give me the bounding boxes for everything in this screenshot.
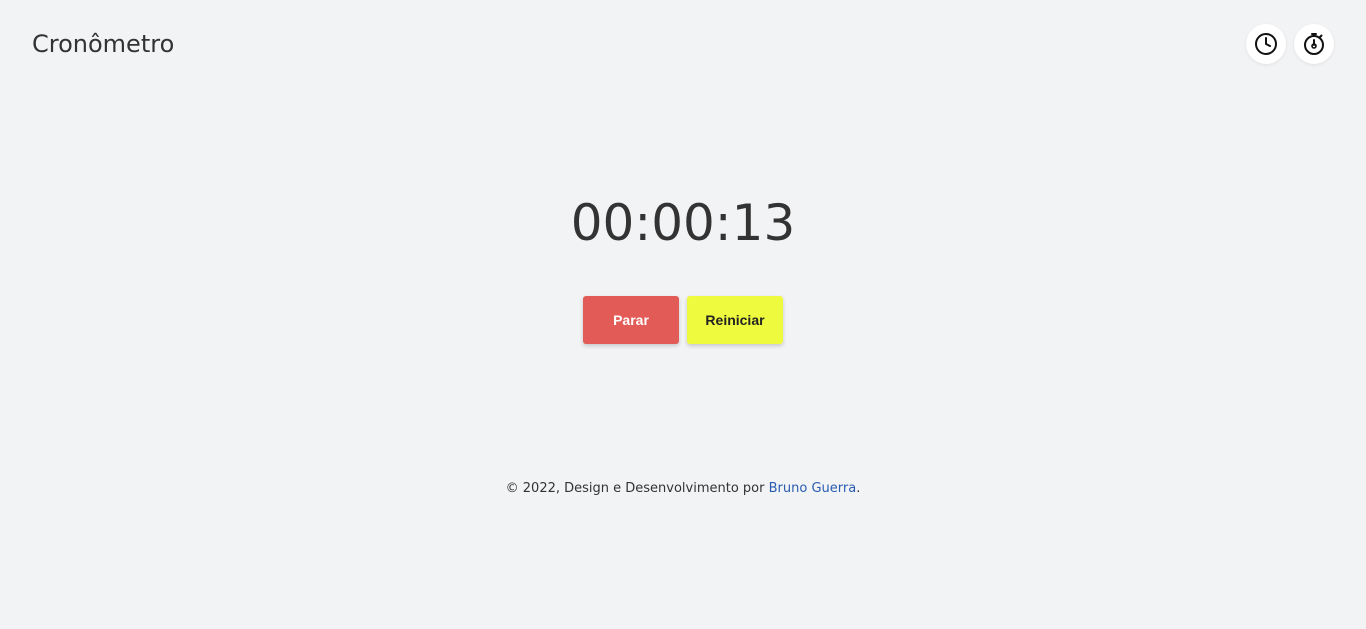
footer: © 2022, Design e Desenvolvimento por Bru…: [0, 479, 1366, 499]
page-title: Cronômetro: [32, 30, 175, 58]
clock-icon: [1254, 32, 1278, 56]
footer-suffix: .: [856, 481, 861, 496]
stopwatch-icon: [1302, 32, 1326, 56]
reset-button[interactable]: Reiniciar: [687, 296, 783, 344]
header: Cronômetro: [0, 0, 1366, 90]
footer-text: © 2022, Design e Desenvolvimento por: [505, 481, 769, 496]
stopwatch-button[interactable]: [1294, 24, 1334, 64]
author-link[interactable]: Bruno Guerra: [769, 481, 857, 496]
stop-button[interactable]: Parar: [583, 296, 679, 344]
timer-display: 00:00:13: [570, 194, 796, 252]
app-root: Cronômetro 00:00:13 Parar Reiniciar © 20…: [0, 0, 1366, 629]
clock-button[interactable]: [1246, 24, 1286, 64]
